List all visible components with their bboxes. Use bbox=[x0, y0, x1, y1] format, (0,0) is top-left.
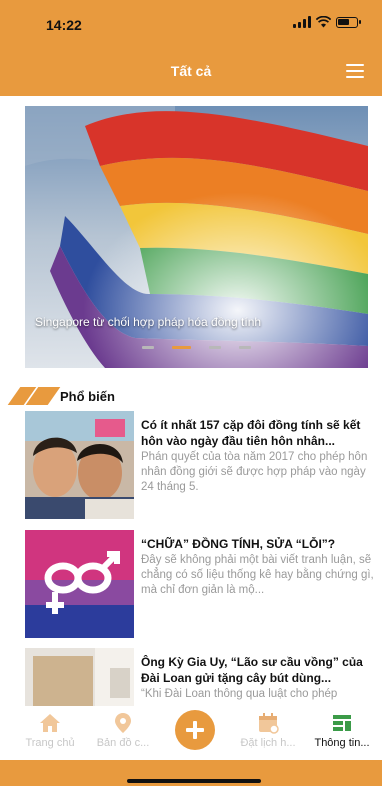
section-title: Phổ biến bbox=[60, 388, 115, 404]
banner-caption: Singapore từ chối hợp pháp hóa đồng tính bbox=[35, 315, 262, 329]
carousel-dots bbox=[25, 346, 368, 349]
carousel-dot[interactable] bbox=[239, 346, 251, 349]
cellular-signal-icon bbox=[293, 16, 311, 28]
status-icons bbox=[293, 16, 361, 28]
carousel-dot[interactable] bbox=[209, 346, 221, 349]
article-thumbnail bbox=[25, 530, 134, 638]
add-button[interactable] bbox=[175, 710, 215, 750]
nav-label: Thông tin... bbox=[314, 737, 370, 749]
status-time: 14:22 bbox=[46, 17, 82, 33]
carousel-dot-active[interactable] bbox=[172, 346, 191, 349]
home-indicator[interactable] bbox=[127, 779, 261, 783]
featured-banner[interactable]: Singapore từ chối hợp pháp hóa đồng tính bbox=[25, 106, 368, 368]
wifi-icon bbox=[316, 16, 331, 28]
article-text: Ông Kỳ Gia Uy, “Lão sư cầu vồng” của Đài… bbox=[141, 654, 377, 702]
article-text: “CHỮA” ĐỒNG TÍNH, SỬA “LỖI”? Đây sẽ khôn… bbox=[141, 536, 377, 598]
article-title: “CHỮA” ĐỒNG TÍNH, SỬA “LỖI”? bbox=[141, 537, 336, 551]
nav-item-booking[interactable]: Đặt lịch h... bbox=[228, 706, 308, 760]
menu-icon bbox=[346, 64, 364, 66]
nav-label: Đặt lịch h... bbox=[240, 737, 296, 749]
article-description: Phán quyết của tòa năm 2017 cho phép hôn… bbox=[141, 451, 368, 493]
nav-item-map[interactable]: Bản đồ c... bbox=[83, 706, 163, 760]
map-pin-icon bbox=[115, 713, 131, 733]
article-title: Có ít nhất 157 cặp đôi đồng tính sẽ kết … bbox=[141, 418, 361, 448]
calendar-icon bbox=[259, 713, 279, 734]
bottom-nav: Trang chủ Bản đồ c... Đặt lịch h... Thôn… bbox=[0, 706, 382, 760]
article-description: Đây sẽ không phải một bài viết tranh luậ… bbox=[141, 554, 374, 596]
home-icon bbox=[40, 714, 60, 732]
info-icon bbox=[333, 715, 351, 731]
article-description: “Khi Đài Loan thông qua luật cho phép bbox=[141, 688, 338, 700]
popular-section-header: Phổ biến bbox=[7, 387, 115, 405]
menu-button[interactable] bbox=[346, 64, 364, 78]
app-header: 14:22 Tất cả bbox=[0, 0, 382, 96]
article-thumbnail bbox=[25, 411, 134, 519]
article-item[interactable]: “CHỮA” ĐỒNG TÍNH, SỬA “LỖI”? Đây sẽ khôn… bbox=[25, 530, 380, 640]
carousel-dot[interactable] bbox=[142, 346, 154, 349]
article-title: Ông Kỳ Gia Uy, “Lão sư cầu vồng” của Đài… bbox=[141, 655, 363, 685]
article-item[interactable]: Có ít nhất 157 cặp đôi đồng tính sẽ kết … bbox=[25, 411, 380, 521]
page-title: Tất cả bbox=[170, 63, 212, 79]
nav-item-info[interactable]: Thông tin... bbox=[302, 706, 382, 760]
battery-icon bbox=[336, 16, 361, 28]
nav-label: Bản đồ c... bbox=[96, 737, 150, 749]
nav-label: Trang chủ bbox=[25, 737, 75, 749]
section-stripe-icon bbox=[7, 387, 61, 405]
nav-item-home[interactable]: Trang chủ bbox=[10, 706, 90, 760]
article-text: Có ít nhất 157 cặp đôi đồng tính sẽ kết … bbox=[141, 417, 377, 495]
